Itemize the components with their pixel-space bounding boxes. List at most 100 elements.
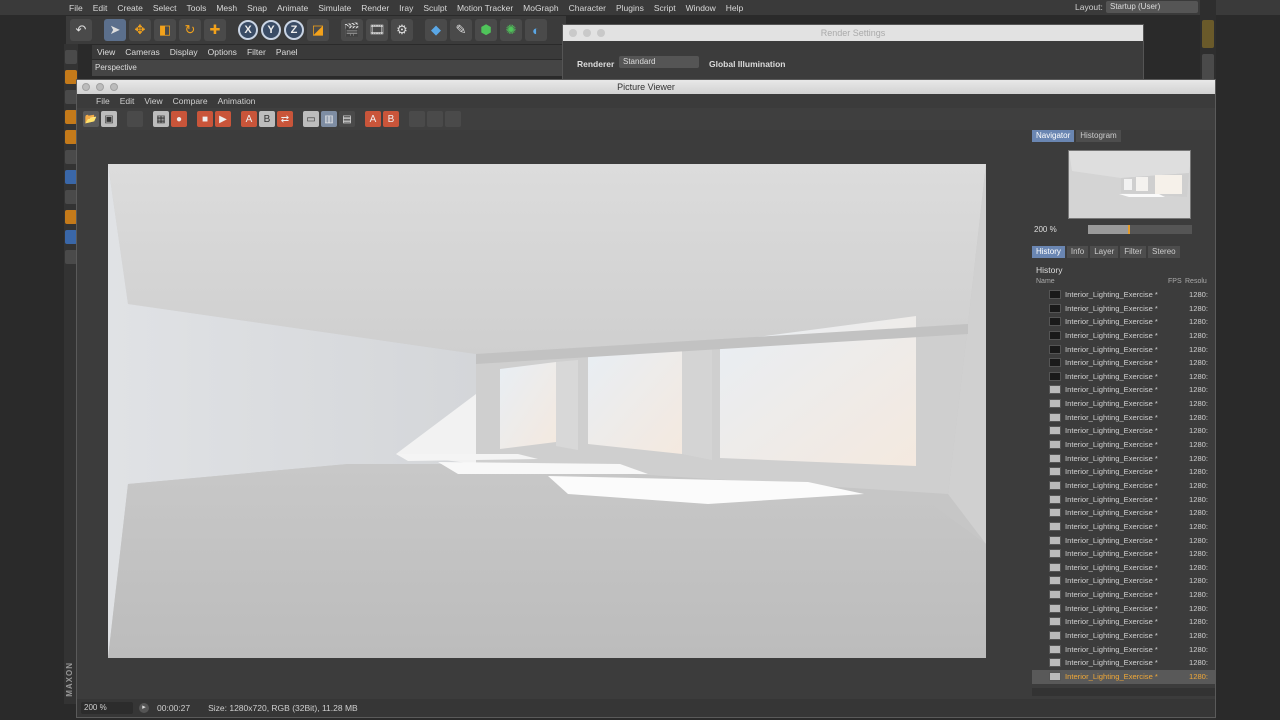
set-a-icon[interactable]: A — [365, 111, 381, 127]
column-fps[interactable]: FPS — [1168, 278, 1182, 285]
renderer-select[interactable]: Standard — [619, 56, 699, 68]
render-active-icon[interactable]: ● — [171, 111, 187, 127]
copy-icon[interactable] — [127, 111, 143, 127]
menu-create[interactable]: Create — [112, 3, 148, 13]
x-axis-button[interactable]: X — [238, 20, 258, 40]
render-region-icon[interactable]: ▦ — [153, 111, 169, 127]
navigator-zoom-value[interactable]: 200 % — [1034, 225, 1057, 234]
history-row[interactable]: Interior_Lighting_Exercise * 1280: — [1032, 479, 1215, 493]
history-row[interactable]: Interior_Lighting_Exercise * 1280: — [1032, 615, 1215, 629]
rs-zoom-button[interactable] — [597, 29, 605, 37]
render-settings-button[interactable]: ⚙ — [391, 19, 413, 41]
menu-mesh[interactable]: Mesh — [211, 3, 242, 13]
coordinate-system-button[interactable]: ◪ — [307, 19, 329, 41]
objects-tab-icon[interactable] — [1202, 20, 1214, 48]
tab-navigator[interactable]: Navigator — [1032, 130, 1075, 142]
open-icon[interactable]: 📂 — [83, 111, 99, 127]
tab-filter[interactable]: Filter — [1120, 246, 1147, 258]
column-resolution[interactable]: Resolu — [1185, 278, 1207, 285]
history-row[interactable]: Interior_Lighting_Exercise * 1280: — [1032, 588, 1215, 602]
anim-play-icon[interactable] — [427, 111, 443, 127]
menu-window[interactable]: Window — [681, 3, 721, 13]
select-tool-button[interactable]: ➤ — [104, 19, 126, 41]
navigator-zoom-slider[interactable] — [1088, 225, 1192, 234]
history-row[interactable]: Interior_Lighting_Exercise * 1280: — [1032, 302, 1215, 316]
stop-render-icon[interactable]: ■ — [197, 111, 213, 127]
render-view-button[interactable]: 🎬 — [341, 19, 363, 41]
history-row[interactable]: Interior_Lighting_Exercise * 1280: — [1032, 643, 1215, 657]
pv-minimize-button[interactable] — [96, 83, 104, 91]
split-view-icon[interactable]: ▥ — [321, 111, 337, 127]
array-button[interactable]: ✺ — [500, 19, 522, 41]
diff-view-icon[interactable]: ▤ — [339, 111, 355, 127]
history-row[interactable]: Interior_Lighting_Exercise * 1280: — [1032, 602, 1215, 616]
undo-button[interactable]: ↶ — [70, 19, 92, 41]
tab-info[interactable]: Info — [1066, 246, 1089, 258]
render-picture-viewer-button[interactable]: 🎞 — [366, 19, 388, 41]
history-row[interactable]: Interior_Lighting_Exercise * 1280: — [1032, 411, 1215, 425]
pv-menu-view[interactable]: View — [139, 96, 167, 106]
history-row[interactable]: Interior_Lighting_Exercise * 1280: — [1032, 438, 1215, 452]
save-icon[interactable]: ▣ — [101, 111, 117, 127]
move-tool-button[interactable]: ✥ — [129, 19, 151, 41]
history-row[interactable]: Interior_Lighting_Exercise * 1280: — [1032, 343, 1215, 357]
menu-tools[interactable]: Tools — [182, 3, 212, 13]
history-row[interactable]: Interior_Lighting_Exercise * 1280: — [1032, 669, 1215, 684]
menu-select[interactable]: Select — [148, 3, 182, 13]
history-row[interactable]: Interior_Lighting_Exercise * 1280: — [1032, 493, 1215, 507]
rs-minimize-button[interactable] — [583, 29, 591, 37]
menu-help[interactable]: Help — [721, 3, 748, 13]
subdivision-button[interactable]: ⬢ — [475, 19, 497, 41]
menu-mograph[interactable]: MoGraph — [518, 3, 563, 13]
layout-select[interactable]: Startup (User) — [1106, 1, 1198, 13]
deformer-button[interactable]: ◐ — [525, 19, 547, 41]
viewport-menu-display[interactable]: Display — [165, 47, 203, 57]
history-row[interactable]: Interior_Lighting_Exercise * 1280: — [1032, 561, 1215, 575]
zoom-field[interactable]: 200 % — [81, 702, 133, 714]
tab-histogram[interactable]: Histogram — [1076, 130, 1121, 142]
history-row[interactable]: Interior_Lighting_Exercise * 1280: — [1032, 629, 1215, 643]
menu-file[interactable]: File — [64, 3, 88, 13]
tab-stereo[interactable]: Stereo — [1148, 246, 1180, 258]
history-horizontal-scrollbar[interactable] — [1032, 688, 1215, 696]
history-row[interactable]: Interior_Lighting_Exercise * 1280: — [1032, 424, 1215, 438]
viewport-menu-view[interactable]: View — [92, 47, 120, 57]
menu-script[interactable]: Script — [649, 3, 681, 13]
content-browser-tab-icon[interactable] — [1202, 54, 1214, 82]
z-axis-button[interactable]: Z — [284, 20, 304, 40]
render-image[interactable] — [108, 164, 986, 658]
render-to-picture-icon[interactable]: ▶ — [215, 111, 231, 127]
rotate-tool-button[interactable]: ↻ — [179, 19, 201, 41]
spline-button[interactable]: ✎ — [450, 19, 472, 41]
history-row[interactable]: Interior_Lighting_Exercise * 1280: — [1032, 397, 1215, 411]
menu-character[interactable]: Character — [564, 3, 611, 13]
menu-render[interactable]: Render — [356, 3, 394, 13]
history-row[interactable]: Interior_Lighting_Exercise * 1280: — [1032, 315, 1215, 329]
anim-back-icon[interactable] — [409, 111, 425, 127]
add-tool-button[interactable]: ✚ — [204, 19, 226, 41]
viewport-menu-filter[interactable]: Filter — [242, 47, 271, 57]
ab-swap-icon[interactable]: ⇄ — [277, 111, 293, 127]
anim-forward-icon[interactable] — [445, 111, 461, 127]
pv-close-button[interactable] — [82, 83, 90, 91]
pv-menu-edit[interactable]: Edit — [115, 96, 140, 106]
history-row[interactable]: Interior_Lighting_Exercise * 1280: — [1032, 656, 1215, 670]
make-editable-icon[interactable] — [65, 50, 77, 64]
menu-snap[interactable]: Snap — [242, 3, 272, 13]
set-b-icon[interactable]: B — [383, 111, 399, 127]
menu-edit[interactable]: Edit — [88, 3, 113, 13]
viewport-menu-options[interactable]: Options — [203, 47, 242, 57]
history-row[interactable]: Interior_Lighting_Exercise * 1280: — [1032, 534, 1215, 548]
tab-history[interactable]: History — [1032, 246, 1065, 258]
scale-tool-button[interactable]: ◧ — [154, 19, 176, 41]
history-row[interactable]: Interior_Lighting_Exercise * 1280: — [1032, 547, 1215, 561]
cube-button[interactable]: ◆ — [425, 19, 447, 41]
menu-motion-tracker[interactable]: Motion Tracker — [452, 3, 518, 13]
history-row[interactable]: Interior_Lighting_Exercise * 1280: — [1032, 370, 1215, 384]
pv-menu-animation[interactable]: Animation — [213, 96, 261, 106]
viewport-menu-cameras[interactable]: Cameras — [120, 47, 164, 57]
menu-simulate[interactable]: Simulate — [313, 3, 356, 13]
menu-plugins[interactable]: Plugins — [611, 3, 649, 13]
history-row[interactable]: Interior_Lighting_Exercise * 1280: — [1032, 288, 1215, 302]
ab-compare-a-icon[interactable]: A — [241, 111, 257, 127]
